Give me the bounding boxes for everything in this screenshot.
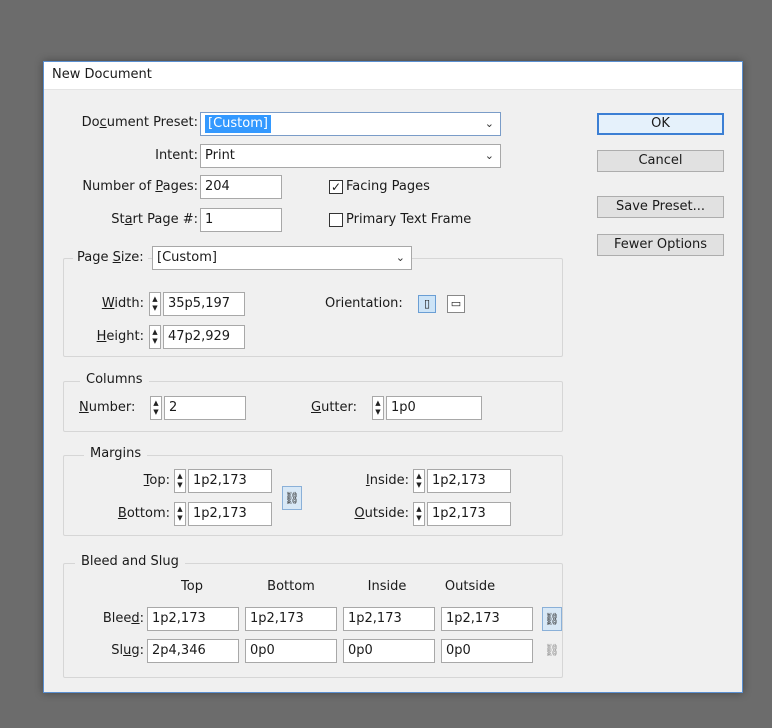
bleed-label: Bleed: xyxy=(102,611,144,626)
page-size-label: Page Size: xyxy=(73,249,148,267)
gutter-control: ▲ ▼ 1p0 xyxy=(372,396,482,420)
gutter-input[interactable]: 1p0 xyxy=(386,396,482,420)
spin-up-icon: ▲ xyxy=(416,505,422,513)
bleed-col-bottom: Bottom xyxy=(267,579,315,594)
facing-pages-checkbox[interactable]: ✓ xyxy=(329,180,343,194)
chevron-down-icon: ⌄ xyxy=(395,251,405,264)
document-preset-value: [Custom] xyxy=(205,115,271,133)
ok-button[interactable]: OK xyxy=(597,113,724,135)
portrait-orientation-icon[interactable]: ▯ xyxy=(418,295,436,313)
spin-down-icon: ▼ xyxy=(416,481,422,489)
dialog-title: New Document xyxy=(44,62,742,90)
spin-down-icon: ▼ xyxy=(416,514,422,522)
document-preset-select[interactable]: [Custom] ⌄ xyxy=(200,112,501,136)
bleed-top-input[interactable]: 1p2,173 xyxy=(147,607,239,631)
width-control: ▲ ▼ 35p5,197 xyxy=(149,292,245,316)
spin-down-icon: ▼ xyxy=(375,408,381,416)
margin-outside-input[interactable]: 1p2,173 xyxy=(427,502,511,526)
spin-up-icon: ▲ xyxy=(177,472,183,480)
margins-title: Margins xyxy=(84,445,148,463)
spin-down-icon: ▼ xyxy=(177,481,183,489)
facing-pages-label: Facing Pages xyxy=(346,179,430,194)
width-label: Width: xyxy=(101,296,144,311)
margin-inside-input[interactable]: 1p2,173 xyxy=(427,469,511,493)
bleed-outside-input[interactable]: 1p2,173 xyxy=(441,607,533,631)
width-input[interactable]: 35p5,197 xyxy=(163,292,245,316)
landscape-orientation-icon[interactable]: ▭ xyxy=(447,295,465,313)
margin-outside-label: Outside: xyxy=(354,506,409,521)
spin-down-icon: ▼ xyxy=(153,408,159,416)
margin-top-input[interactable]: 1p2,173 xyxy=(188,469,272,493)
bleed-slug-title: Bleed and Slug xyxy=(75,553,185,571)
spin-up-icon: ▲ xyxy=(152,295,158,303)
columns-number-label: Number: xyxy=(79,400,136,415)
intent-select[interactable]: Print ⌄ xyxy=(200,144,501,168)
spin-down-icon: ▼ xyxy=(177,514,183,522)
bleed-inside-input[interactable]: 1p2,173 xyxy=(343,607,435,631)
start-page-input[interactable]: 1 xyxy=(200,208,282,232)
cancel-button[interactable]: Cancel xyxy=(597,150,724,172)
margin-outside-spinner[interactable]: ▲ ▼ xyxy=(413,502,425,526)
slug-outside-input[interactable]: 0p0 xyxy=(441,639,533,663)
columns-number-spinner[interactable]: ▲ ▼ xyxy=(150,396,162,420)
margin-bottom-label: Bottom: xyxy=(117,506,170,521)
margin-inside-control: ▲ ▼ 1p2,173 xyxy=(413,469,511,493)
slug-inside-input[interactable]: 0p0 xyxy=(343,639,435,663)
margin-outside-control: ▲ ▼ 1p2,173 xyxy=(413,502,511,526)
save-preset-button[interactable]: Save Preset... xyxy=(597,196,724,218)
bleed-bottom-input[interactable]: 1p2,173 xyxy=(245,607,337,631)
slug-bottom-input[interactable]: 0p0 xyxy=(245,639,337,663)
spin-up-icon: ▲ xyxy=(152,328,158,336)
start-page-label: Start Page #: xyxy=(111,212,198,227)
spin-up-icon: ▲ xyxy=(177,505,183,513)
margin-bottom-input[interactable]: 1p2,173 xyxy=(188,502,272,526)
columns-title: Columns xyxy=(80,371,149,389)
chain-link-icon[interactable]: ⛓ xyxy=(282,486,302,510)
height-control: ▲ ▼ 47p2,929 xyxy=(149,325,245,349)
spin-down-icon: ▼ xyxy=(152,337,158,345)
margin-top-control: ▲ ▼ 1p2,173 xyxy=(174,469,272,493)
slug-chain-link-icon[interactable]: ⛓ xyxy=(542,639,562,663)
margin-bottom-spinner[interactable]: ▲ ▼ xyxy=(174,502,186,526)
margin-top-label: Top: xyxy=(143,473,170,488)
columns-number-input[interactable]: 2 xyxy=(164,396,246,420)
intent-label: Intent: xyxy=(155,148,198,163)
spin-up-icon: ▲ xyxy=(416,472,422,480)
new-document-dialog: New Document Document Preset: [Custom] ⌄… xyxy=(43,61,743,693)
chevron-down-icon: ⌄ xyxy=(484,149,494,162)
bleed-col-inside: Inside xyxy=(367,579,407,594)
bleed-col-outside: Outside xyxy=(444,579,496,594)
page-size-select[interactable]: [Custom] ⌄ xyxy=(152,246,412,270)
gutter-label: Gutter: xyxy=(311,400,358,415)
margin-inside-spinner[interactable]: ▲ ▼ xyxy=(413,469,425,493)
primary-text-frame-label: Primary Text Frame xyxy=(346,212,472,227)
slug-top-input[interactable]: 2p4,346 xyxy=(147,639,239,663)
primary-text-frame-checkbox[interactable] xyxy=(329,213,343,227)
height-label: Height: xyxy=(96,329,144,344)
document-preset-label: Document Preset: xyxy=(81,115,198,130)
chevron-down-icon: ⌄ xyxy=(484,117,494,130)
spin-up-icon: ▲ xyxy=(375,399,381,407)
height-spinner[interactable]: ▲ ▼ xyxy=(149,325,161,349)
bleed-col-top: Top xyxy=(181,579,203,594)
width-spinner[interactable]: ▲ ▼ xyxy=(149,292,161,316)
fewer-options-button[interactable]: Fewer Options xyxy=(597,234,724,256)
height-input[interactable]: 47p2,929 xyxy=(163,325,245,349)
number-of-pages-input[interactable]: 204 xyxy=(200,175,282,199)
number-of-pages-label: Number of Pages: xyxy=(82,179,198,194)
columns-number-control: ▲ ▼ 2 xyxy=(150,396,246,420)
slug-label: Slug: xyxy=(111,643,144,658)
margin-inside-label: Inside: xyxy=(365,473,409,488)
margin-top-spinner[interactable]: ▲ ▼ xyxy=(174,469,186,493)
spin-down-icon: ▼ xyxy=(152,304,158,312)
orientation-label: Orientation: xyxy=(325,296,403,311)
intent-value: Print xyxy=(205,148,235,163)
spin-up-icon: ▲ xyxy=(153,399,159,407)
bleed-chain-link-icon[interactable]: ⛓ xyxy=(542,607,562,631)
gutter-spinner[interactable]: ▲ ▼ xyxy=(372,396,384,420)
page-size-value: [Custom] xyxy=(157,250,217,265)
margin-bottom-control: ▲ ▼ 1p2,173 xyxy=(174,502,272,526)
